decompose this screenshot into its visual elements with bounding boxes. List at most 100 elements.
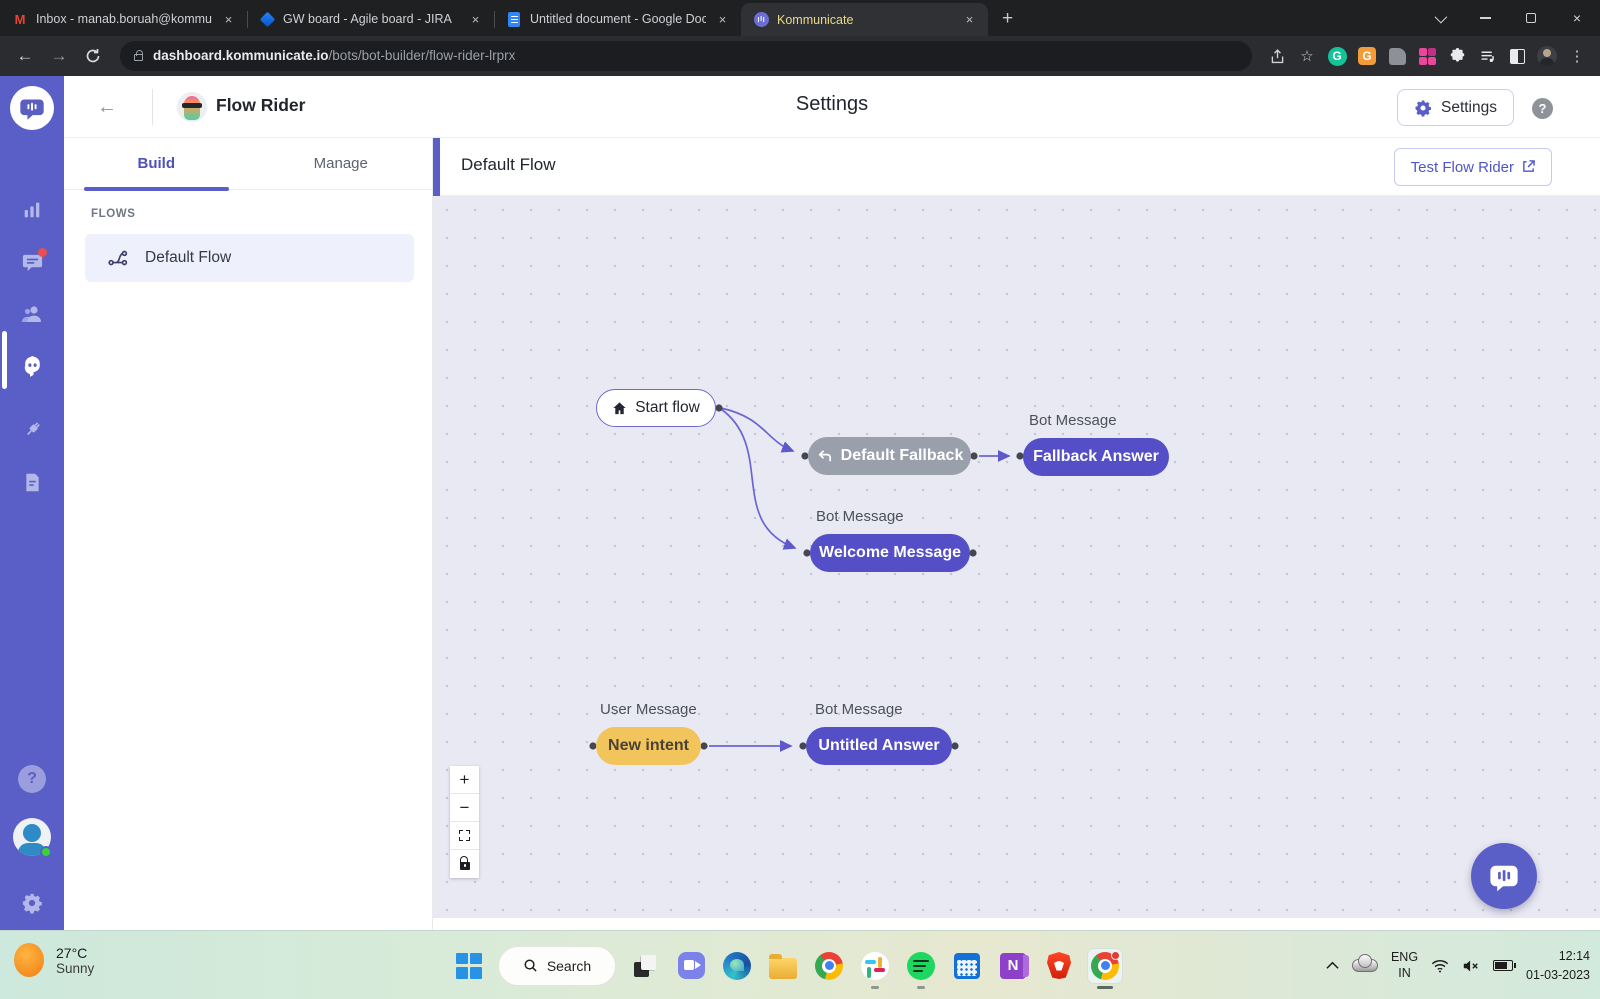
teams-app-button[interactable] [674, 949, 708, 983]
back-icon[interactable]: ← [10, 41, 40, 71]
tab-search-icon[interactable] [1416, 0, 1462, 36]
node-start-flow[interactable]: Start flow [596, 389, 716, 427]
node-welcome-message[interactable]: Welcome Message [810, 534, 970, 572]
help-icon[interactable]: ? [18, 765, 46, 793]
notification-dot [38, 248, 47, 257]
settings-button[interactable]: Settings [1397, 89, 1514, 126]
file-explorer-button[interactable] [766, 949, 800, 983]
taskbar-clock[interactable]: 12:14 01-03-2023 [1526, 947, 1590, 983]
tab-close-icon[interactable]: × [220, 11, 237, 28]
port-intent-out[interactable] [700, 742, 707, 749]
share-icon[interactable] [1264, 43, 1290, 69]
pink-extension-icon[interactable] [1414, 43, 1440, 69]
forward-icon[interactable]: → [44, 41, 74, 71]
chrome-app-button[interactable] [812, 949, 846, 983]
sidebar-item-users[interactable] [0, 292, 64, 336]
node-default-fallback[interactable]: Default Fallback [808, 437, 971, 475]
tab-close-icon[interactable]: × [714, 11, 731, 28]
kommunicate-icon [753, 12, 769, 28]
weather-condition: Sunny [56, 961, 94, 976]
port-start-out[interactable] [715, 404, 722, 411]
taskbar-search[interactable]: Search [498, 946, 616, 986]
tab-manage[interactable]: Manage [249, 138, 434, 189]
wifi-icon[interactable] [1431, 959, 1449, 973]
test-button-label: Test Flow Rider [1411, 159, 1514, 176]
test-flow-rider-button[interactable]: Test Flow Rider [1394, 148, 1552, 186]
browser-menu-icon[interactable]: ⋮ [1564, 43, 1590, 69]
flow-canvas[interactable]: Start flow Bot Message Default Fallback … [433, 196, 1600, 918]
playlist-icon[interactable] [1474, 43, 1500, 69]
orange-extension-icon[interactable]: G [1354, 43, 1380, 69]
node-new-intent[interactable]: New intent [596, 727, 701, 765]
extensions-puzzle-icon[interactable] [1444, 43, 1470, 69]
running-indicator [917, 986, 925, 989]
zoom-in-button[interactable]: + [450, 766, 479, 794]
sun-icon [14, 943, 44, 977]
tab-kommunicate-active[interactable]: Kommunicate × [741, 3, 988, 36]
kommunicate-logo[interactable] [10, 86, 54, 130]
tab-jira[interactable]: GW board - Agile board - JIRA × [247, 2, 494, 36]
calendar-icon [954, 953, 980, 979]
sidebar-item-conversations[interactable] [0, 240, 64, 284]
chrome-active-app-button[interactable] [1088, 949, 1122, 983]
sidebar-item-bot-builder[interactable] [0, 344, 64, 388]
sidebar-item-integrations[interactable] [0, 408, 64, 452]
lock-button[interactable] [450, 850, 479, 878]
node-fallback-answer[interactable]: Fallback Answer [1023, 438, 1169, 476]
node-label: Default Fallback [841, 447, 964, 465]
close-button[interactable]: × [1554, 0, 1600, 36]
port-fallback-out[interactable] [970, 452, 977, 459]
browser-toolbar: ← → dashboard.kommunicate.io/bots/bot-bu… [0, 36, 1600, 76]
port-welcome-out[interactable] [969, 549, 976, 556]
tab-close-icon[interactable]: × [467, 11, 484, 28]
bookmark-star-icon[interactable]: ☆ [1294, 43, 1320, 69]
reading-mode-icon[interactable] [1504, 43, 1530, 69]
tab-title: GW board - Agile board - JIRA [283, 12, 459, 26]
node-untitled-answer[interactable]: Untitled Answer [806, 727, 952, 765]
sidebar-item-settings[interactable] [0, 881, 64, 925]
gray-extension-icon[interactable] [1384, 43, 1410, 69]
reload-icon[interactable] [78, 41, 108, 71]
slack-app-button[interactable] [858, 949, 892, 983]
task-view-button[interactable] [628, 949, 662, 983]
zoom-out-button[interactable]: − [450, 794, 479, 822]
flow-list-item-default-flow[interactable]: Default Flow [85, 234, 414, 282]
sidebar-item-campaigns[interactable] [0, 460, 64, 504]
help-circle-icon[interactable]: ? [1532, 98, 1553, 119]
sidebar-item-analytics[interactable] [0, 188, 64, 232]
weather-temp: 27°C [56, 945, 94, 961]
lock-icon [134, 54, 143, 61]
sidebar-active-indicator [2, 331, 7, 389]
profile-avatar-icon[interactable] [1534, 43, 1560, 69]
page: ? ← Flow Rider Settings Setti [0, 76, 1600, 930]
new-tab-button[interactable]: + [1002, 8, 1013, 30]
language-indicator[interactable]: ENG IN [1391, 950, 1418, 981]
tab-build[interactable]: Build [64, 138, 249, 189]
chat-widget-button[interactable] [1471, 843, 1537, 909]
port-untitled-out[interactable] [951, 742, 958, 749]
unlock-icon [460, 862, 470, 870]
maximize-button[interactable] [1508, 0, 1554, 36]
online-status-dot [40, 846, 52, 858]
fit-view-button[interactable] [450, 822, 479, 850]
volume-muted-icon[interactable] [1462, 959, 1480, 973]
grammarly-extension-icon[interactable]: G [1324, 43, 1350, 69]
tab-google-docs[interactable]: Untitled document - Google Doc × [494, 2, 741, 36]
tray-chevron-icon[interactable] [1326, 961, 1339, 970]
spotify-app-button[interactable] [904, 949, 938, 983]
start-button[interactable] [452, 949, 486, 983]
brave-app-button[interactable] [1042, 949, 1076, 983]
tab-gmail[interactable]: M Inbox - manab.boruah@kommun × [0, 2, 247, 36]
onenote-app-button[interactable]: N [996, 949, 1030, 983]
battery-icon[interactable] [1493, 960, 1513, 971]
calendar-app-button[interactable] [950, 949, 984, 983]
minimize-button[interactable] [1462, 0, 1508, 36]
onedrive-cloud-icon[interactable] [1352, 959, 1378, 972]
edge-app-button[interactable] [720, 949, 754, 983]
gmail-icon: M [12, 11, 28, 27]
weather-widget[interactable]: 27°C Sunny [14, 943, 94, 977]
tab-title: Kommunicate [777, 13, 953, 27]
tab-close-icon[interactable]: × [961, 11, 978, 28]
notification-dot [1111, 951, 1120, 960]
address-bar[interactable]: dashboard.kommunicate.io/bots/bot-builde… [120, 41, 1252, 71]
